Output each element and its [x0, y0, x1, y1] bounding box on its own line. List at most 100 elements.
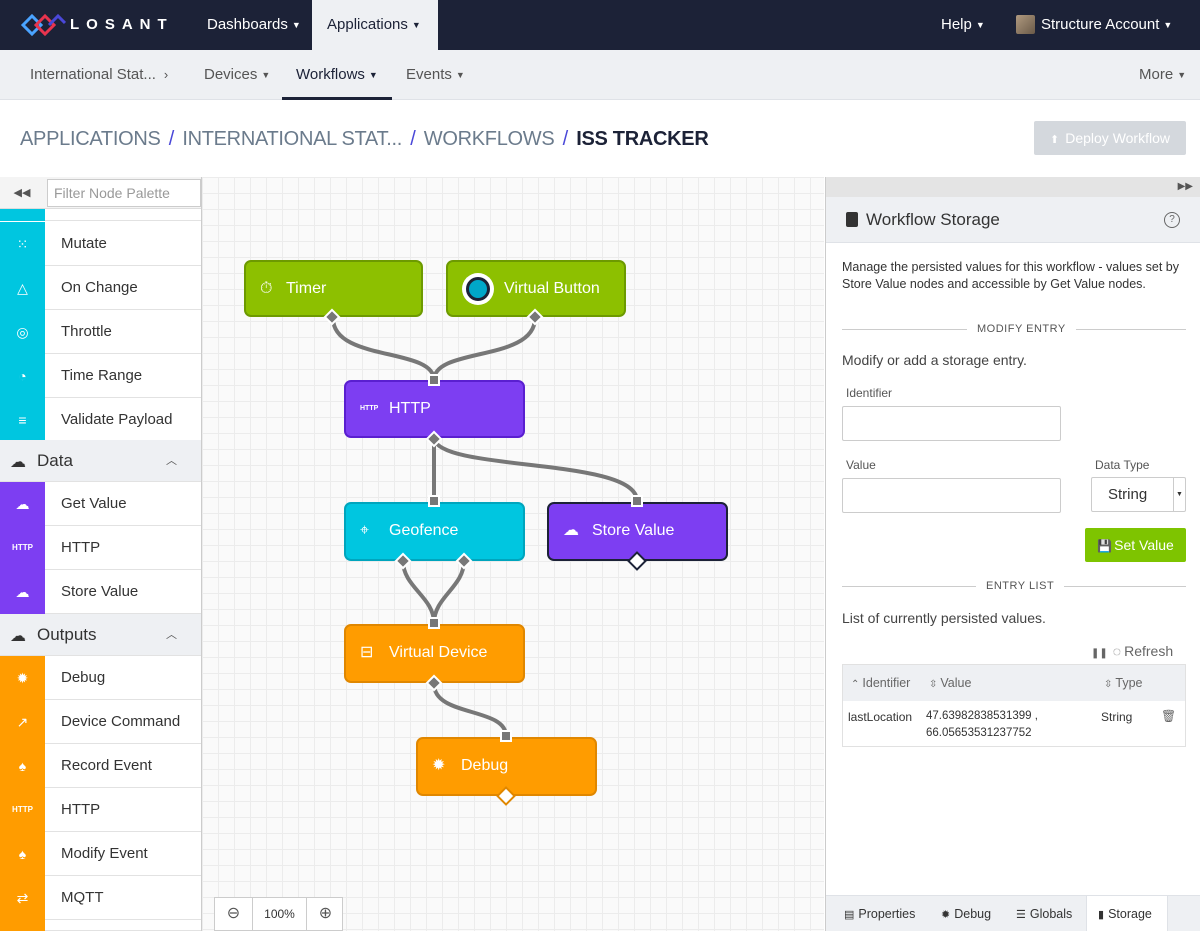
zoom-in-icon[interactable]: ⊕ [307, 898, 344, 930]
breadcrumb-separator: / [562, 128, 569, 150]
page-title: ISS TRACKER [576, 128, 709, 150]
palette-item-on-change[interactable]: △ On Change [0, 266, 201, 310]
bug-icon: ✹ [0, 656, 45, 700]
subnav-devices-label: Devices [204, 66, 258, 83]
column-type-label: Type [1115, 676, 1143, 690]
palette-item-modify-event[interactable]: ♠ Modify Event [0, 832, 201, 876]
chevron-down-icon: ▼ [1177, 70, 1187, 80]
chevron-down-icon: ▼ [1163, 20, 1173, 30]
nav-dashboards[interactable]: Dashboards ▼ [192, 0, 316, 50]
tab-storage[interactable]: ▮ Storage [1086, 896, 1168, 931]
expand-panel-icon[interactable]: ▶▶ [826, 177, 1200, 197]
subnav-more[interactable]: More ▼ [1139, 50, 1186, 100]
collapse-palette-icon[interactable]: ◀◀ [0, 177, 44, 209]
breadcrumb-applications[interactable]: APPLICATIONS [20, 128, 161, 150]
http-icon: HTTP [0, 788, 45, 832]
cloud-download-icon: ☁ [0, 482, 45, 526]
filter-node-palette-input[interactable] [47, 179, 201, 207]
checklist-icon: ≡ [0, 398, 45, 442]
nav-dashboards-label: Dashboards [207, 16, 288, 33]
column-identifier-label: Identifier [862, 676, 911, 690]
subnav-workflows[interactable]: Workflows ▼ [282, 50, 392, 100]
palette-item-label: HTTP [61, 801, 101, 818]
breadcrumb: APPLICATIONS / INTERNATIONAL STAT... / W… [20, 128, 709, 151]
palette-item-mutate[interactable]: ⁙ Mutate [0, 222, 201, 266]
row-identifier: lastLocation [848, 710, 913, 724]
http-icon: HTTP [0, 526, 45, 570]
column-type[interactable]: ⇳ Type [1104, 665, 1143, 703]
subnav-app-link[interactable]: International Stat... › [30, 50, 168, 100]
port-debug-out [496, 786, 516, 806]
tab-debug[interactable]: ✹ Debug [941, 896, 991, 931]
data-type-select[interactable]: String ▼ [1091, 477, 1186, 512]
entry-list-text: List of currently persisted values. [842, 610, 1046, 626]
port-virtualdevice-out [425, 674, 443, 692]
subnav-events-label: Events [406, 66, 452, 83]
row-value-line1: 47.63982838531399 , [926, 710, 1038, 722]
port-store-out [627, 551, 647, 571]
subnav-devices[interactable]: Devices ▼ [204, 50, 270, 100]
set-value-label: Set Value [1114, 537, 1174, 553]
subnav-events[interactable]: Events ▼ [406, 50, 465, 100]
modify-entry-text: Modify or add a storage entry. [842, 352, 1027, 368]
refresh-control[interactable]: ❚❚ ◌ Refresh [1091, 643, 1173, 659]
value-label: Value [846, 458, 876, 472]
chevron-down-icon: ▼ [291, 20, 301, 30]
palette-category-label: Data [37, 451, 73, 470]
column-identifier[interactable]: ⌃ Identifier [851, 665, 910, 703]
chevron-down-icon: ▼ [455, 70, 465, 80]
chevron-down-icon: ▼ [411, 20, 421, 30]
cloud-icon: ☁ [10, 454, 26, 471]
value-input[interactable] [842, 478, 1061, 513]
panel-description: Manage the persisted values for this wor… [842, 260, 1179, 291]
palette-item-get-value[interactable]: ☁ Get Value [0, 482, 201, 526]
port-debug-in [500, 730, 512, 742]
nav-help[interactable]: Help ▼ [926, 0, 1000, 50]
palette-category-data[interactable]: ☁ Data ︿ [0, 440, 201, 482]
palette-item-http-data[interactable]: HTTP HTTP [0, 526, 201, 570]
chevron-down-icon: ▼ [261, 70, 271, 80]
workflow-canvas[interactable]: ⏱ Timer Virtual Button HTTP HTTP ⌖ Geofe… [202, 177, 824, 931]
palette-item-http-output[interactable]: HTTP HTTP [0, 788, 201, 832]
sort-icon: ⌃ [851, 679, 860, 690]
tab-properties[interactable]: ▤ Properties [844, 896, 915, 931]
breadcrumb-application[interactable]: INTERNATIONAL STAT... [182, 128, 402, 150]
set-value-button[interactable]: 💾 Set Value [1085, 528, 1186, 562]
breadcrumb-workflows[interactable]: WORKFLOWS [424, 128, 555, 150]
column-value[interactable]: ⇳ Value [929, 665, 971, 703]
palette-category-outputs[interactable]: ☁ Outputs ︿ [0, 614, 201, 656]
losant-logo-icon[interactable] [20, 13, 66, 37]
palette-item-label: Modify Event [61, 845, 148, 862]
palette-row-partial [0, 209, 201, 221]
table-header: ⌃ Identifier ⇳ Value ⇳ Type [843, 665, 1185, 701]
help-icon[interactable]: ? [1164, 212, 1180, 228]
entry-list-heading: ENTRY LIST [976, 579, 1065, 593]
subnav-more-label: More [1139, 66, 1174, 83]
palette-partial-icon [0, 920, 45, 931]
nav-help-label: Help [941, 16, 972, 33]
nav-applications[interactable]: Applications ▼ [312, 0, 438, 50]
tab-debug-label: Debug [954, 907, 992, 921]
pause-icon[interactable]: ❚❚ [1091, 648, 1108, 659]
zoom-out-icon[interactable]: ⊖ [215, 898, 252, 930]
chevron-down-icon: ▼ [368, 70, 378, 80]
palette-item-validate-payload[interactable]: ≡ Validate Payload [0, 398, 201, 442]
chevron-up-icon[interactable]: ︿ [166, 440, 177, 482]
palette-item-debug[interactable]: ✹ Debug [0, 656, 201, 700]
identifier-input[interactable] [842, 406, 1061, 441]
brand-name[interactable]: LOSANT [70, 16, 174, 33]
bell-icon: ♠ [0, 832, 45, 876]
refresh-label: Refresh [1124, 643, 1174, 659]
palette-item-time-range[interactable]: ◔ Time Range [0, 354, 201, 398]
palette-item-mqtt[interactable]: ⇄ MQTT [0, 876, 201, 920]
palette-item-record-event[interactable]: ♠ Record Event [0, 744, 201, 788]
tab-globals[interactable]: ☰ Globals [1016, 896, 1072, 931]
palette-item-device-command[interactable]: ↗ Device Command [0, 700, 201, 744]
deploy-workflow-button[interactable]: ⬆ Deploy Workflow [1034, 121, 1186, 155]
palette-item-throttle[interactable]: ◎ Throttle [0, 310, 201, 354]
chevron-up-icon[interactable]: ︿ [166, 614, 177, 656]
nav-account[interactable]: Structure Account ▼ [1026, 0, 1187, 50]
palette-item-store-value[interactable]: ☁ Store Value [0, 570, 201, 614]
identifier-label: Identifier [846, 386, 893, 400]
trash-icon[interactable]: 🗑 [1161, 709, 1176, 723]
